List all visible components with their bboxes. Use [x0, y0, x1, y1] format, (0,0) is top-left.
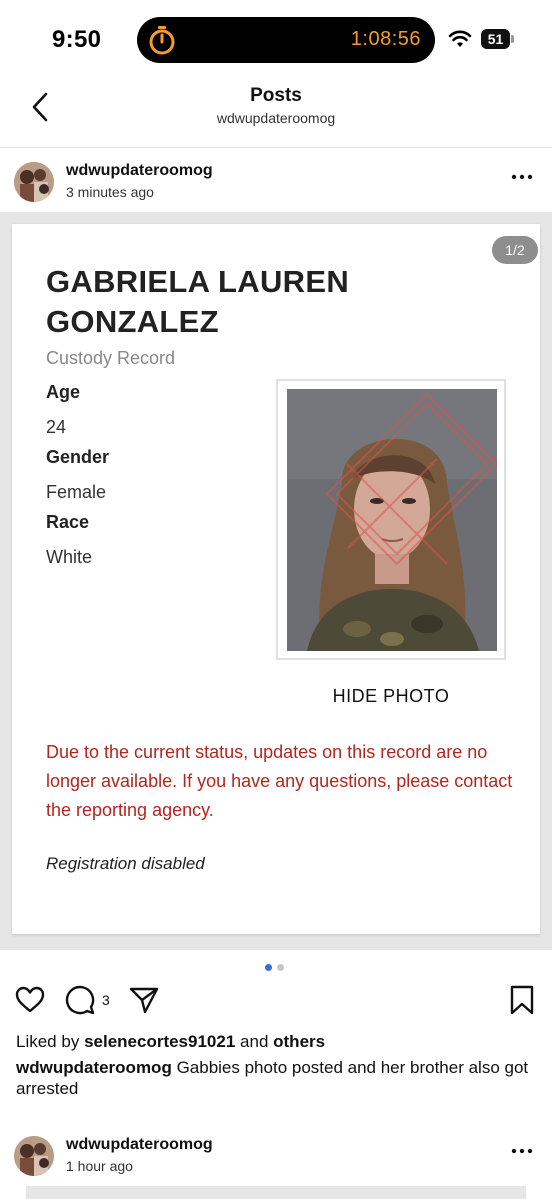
carousel-page-indicator: 1/2: [492, 236, 538, 264]
avatar-image: [14, 162, 54, 202]
post-caption: wdwupdateroomog Gabbies photo posted and…: [16, 1057, 540, 1099]
nav-header: Posts wdwupdateroomog: [0, 82, 552, 148]
more-options-icon[interactable]: [510, 172, 534, 182]
record-subtitle: Custody Record: [46, 348, 176, 368]
comment-count: 3: [102, 992, 110, 1008]
gender-label: Gender: [46, 447, 110, 467]
hide-photo-button[interactable]: HIDE PHOTO: [276, 686, 506, 707]
registration-status: Registration disabled: [46, 854, 205, 873]
next-post-media-edge: [26, 1186, 526, 1199]
share-icon[interactable]: [128, 984, 160, 1016]
comment-icon[interactable]: [64, 984, 96, 1016]
gender-value: Female: [46, 482, 107, 502]
more-options-icon[interactable]: [510, 1146, 534, 1156]
mugshot-frame: [276, 379, 506, 660]
heart-icon[interactable]: [14, 984, 46, 1016]
status-bar: 9:50 1:08:56 51: [0, 0, 552, 82]
timer-readout: 1:08:56: [350, 28, 421, 50]
clock-time: 9:50: [52, 26, 102, 53]
battery-level: 51: [481, 29, 510, 49]
post-username[interactable]: wdwupdateroomog: [66, 162, 213, 180]
race-value: White: [46, 547, 93, 567]
liked-by-user[interactable]: selenecortes91021: [84, 1032, 235, 1051]
likes-joiner: and: [240, 1032, 269, 1051]
status-notice: Due to the current status, updates on th…: [46, 742, 513, 820]
bookmark-icon[interactable]: [506, 984, 538, 1016]
avatar-image: [14, 1136, 54, 1176]
battery-cap: [511, 35, 514, 43]
stopwatch-icon: [149, 26, 175, 55]
page-subtitle[interactable]: wdwupdateroomog: [0, 110, 552, 126]
post-header: wdwupdateroomog 3 minutes ago: [0, 158, 552, 218]
age-value: 24: [46, 417, 67, 437]
post-actions: 3: [0, 984, 552, 1020]
battery-indicator: 51: [481, 29, 514, 49]
post-media[interactable]: 1/2 GABRIELA LAUREN GONZALEZ Custody Rec…: [0, 212, 552, 950]
post-timestamp: 3 minutes ago: [66, 184, 154, 200]
record-name: GABRIELA LAUREN GONZALEZ: [46, 264, 350, 339]
carousel-dot: [277, 964, 284, 971]
carousel-dot-active: [265, 964, 272, 971]
custody-record-card: 1/2 GABRIELA LAUREN GONZALEZ Custody Rec…: [12, 224, 540, 934]
post-timestamp: 1 hour ago: [66, 1158, 133, 1174]
caption-username[interactable]: wdwupdateroomog: [16, 1058, 172, 1077]
carousel-dots: [265, 964, 289, 972]
avatar[interactable]: [14, 162, 54, 202]
likes-others-link[interactable]: others: [273, 1032, 325, 1051]
likes-line: Liked by selenecortes91021 and others: [16, 1032, 325, 1052]
page-title: Posts: [250, 85, 302, 106]
dynamic-island[interactable]: 1:08:56: [137, 17, 435, 63]
wifi-icon: [448, 30, 472, 47]
post-username[interactable]: wdwupdateroomog: [66, 1136, 213, 1154]
next-post-header: wdwupdateroomog 1 hour ago: [0, 1132, 552, 1192]
mugshot-photo: [287, 389, 497, 651]
likes-prefix: Liked by: [16, 1032, 80, 1051]
age-label: Age: [46, 382, 81, 402]
avatar[interactable]: [14, 1136, 54, 1176]
race-label: Race: [46, 512, 90, 532]
